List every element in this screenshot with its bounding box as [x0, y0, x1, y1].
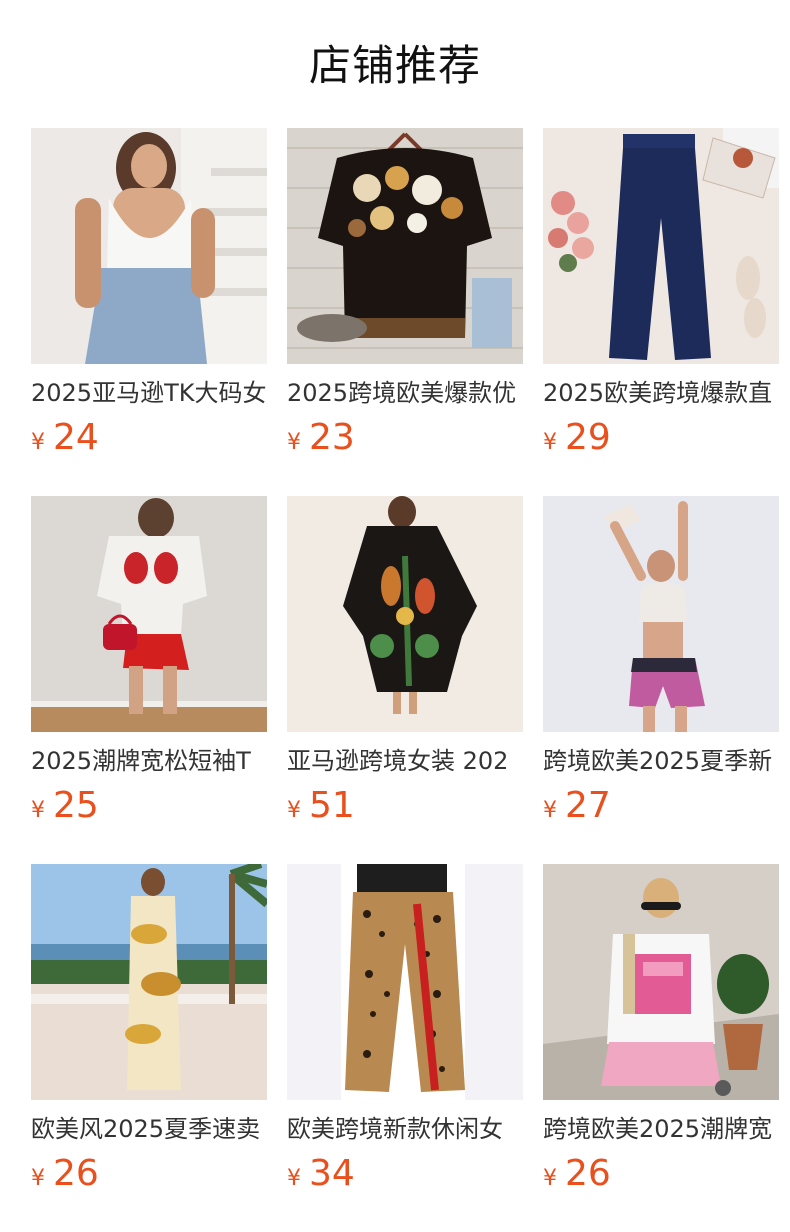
- product-grid: 2025亚马逊TK大码女 ¥24 2025跨境欧美爆款优 ¥ 23 2025欧美…: [31, 128, 781, 1232]
- product-title[interactable]: 跨境欧美2025夏季新: [543, 744, 779, 778]
- product-title[interactable]: 2025欧美跨境爆款直: [543, 376, 779, 410]
- product-image[interactable]: [287, 128, 523, 364]
- currency-symbol: ¥: [31, 430, 45, 455]
- product-image[interactable]: [543, 496, 779, 732]
- product-image[interactable]: [543, 128, 779, 364]
- currency-symbol: ¥: [287, 798, 301, 823]
- price-amount: 25: [53, 785, 99, 826]
- product-price: ¥24: [31, 418, 267, 458]
- product-image[interactable]: [31, 128, 267, 364]
- price-amount: 27: [565, 785, 611, 826]
- price-amount: 29: [565, 417, 611, 458]
- product-title[interactable]: 2025潮牌宽松短袖T: [31, 744, 267, 778]
- currency-symbol: ¥: [287, 430, 301, 455]
- currency-symbol: ¥: [287, 1166, 301, 1191]
- price-amount: 34: [309, 1153, 355, 1194]
- section-title: 店铺推荐: [308, 41, 481, 90]
- price-amount: 51: [309, 785, 355, 826]
- product-image[interactable]: [287, 496, 523, 732]
- product-price: ¥25: [31, 786, 267, 826]
- currency-symbol: ¥: [543, 430, 557, 455]
- product-image[interactable]: [31, 496, 267, 732]
- product-card[interactable]: 2025潮牌宽松短袖T ¥25: [31, 496, 267, 864]
- product-card[interactable]: 跨境欧美2025潮牌宽 ¥26: [543, 864, 779, 1232]
- price-amount: 26: [53, 1153, 99, 1194]
- currency-symbol: ¥: [543, 798, 557, 823]
- product-price: ¥26: [31, 1154, 267, 1194]
- product-price: ¥23: [287, 418, 523, 458]
- product-image[interactable]: [543, 864, 779, 1100]
- product-card[interactable]: 2025欧美跨境爆款直 ¥29: [543, 128, 779, 496]
- product-card[interactable]: 欧美跨境新款休闲女 ¥34: [287, 864, 523, 1232]
- price-amount: 24: [53, 417, 99, 458]
- price-amount: 23: [309, 417, 355, 458]
- product-image[interactable]: [287, 864, 523, 1100]
- product-title[interactable]: 亚马逊跨境女装 202: [287, 744, 523, 778]
- product-price: ¥34: [287, 1154, 523, 1194]
- currency-symbol: ¥: [31, 1166, 45, 1191]
- product-title[interactable]: 欧美风2025夏季速卖: [31, 1112, 267, 1146]
- product-title[interactable]: 跨境欧美2025潮牌宽: [543, 1112, 779, 1146]
- product-card[interactable]: 欧美风2025夏季速卖 ¥26: [31, 864, 267, 1232]
- product-price: ¥26: [543, 1154, 779, 1194]
- product-title[interactable]: 欧美跨境新款休闲女: [287, 1112, 523, 1146]
- product-price: ¥29: [543, 418, 779, 458]
- product-title[interactable]: 2025亚马逊TK大码女: [31, 376, 267, 410]
- currency-symbol: ¥: [31, 798, 45, 823]
- product-card[interactable]: 2025亚马逊TK大码女 ¥24: [31, 128, 267, 496]
- product-card[interactable]: 亚马逊跨境女装 202 ¥51: [287, 496, 523, 864]
- product-image[interactable]: [31, 864, 267, 1100]
- product-price: ¥51: [287, 786, 523, 826]
- product-price: ¥27: [543, 786, 779, 826]
- currency-symbol: ¥: [543, 1166, 557, 1191]
- price-amount: 26: [565, 1153, 611, 1194]
- product-card[interactable]: 跨境欧美2025夏季新 ¥27: [543, 496, 779, 864]
- product-card[interactable]: 2025跨境欧美爆款优 ¥23: [287, 128, 523, 496]
- product-title[interactable]: 2025跨境欧美爆款优: [287, 376, 523, 410]
